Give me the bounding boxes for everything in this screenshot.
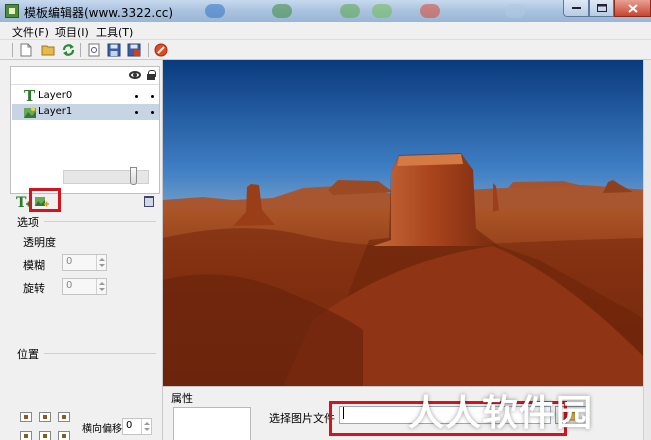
toolbar	[0, 40, 651, 60]
left-panel: T Layer0 Layer1 T 选项 透明度 模糊 旋转 位置 横向偏移	[0, 60, 163, 440]
lock-toggle[interactable]	[151, 111, 154, 114]
new-file-icon	[20, 43, 32, 57]
menu-tools[interactable]: 工具(T)	[96, 24, 133, 40]
visible-toggle[interactable]	[135, 95, 138, 98]
background-blur-icon	[372, 4, 392, 18]
title-bar: 模板编辑器(www.3322.cc)	[0, 0, 651, 22]
save-button[interactable]	[106, 42, 122, 58]
choose-image-label: 选择图片文件	[269, 412, 335, 425]
refresh-button[interactable]	[60, 42, 76, 58]
spin-buttons[interactable]	[141, 419, 151, 434]
spin-buttons[interactable]	[96, 255, 106, 270]
watermark: 人人软件园	[408, 393, 594, 434]
toolbar-separator	[148, 43, 149, 57]
blur-label: 模糊	[23, 259, 45, 272]
stop-icon	[154, 43, 168, 57]
close-button[interactable]	[614, 0, 651, 17]
blur-stepper[interactable]: 0	[62, 254, 107, 271]
h-offset-stepper[interactable]: 0	[122, 418, 152, 435]
background-blur-icon	[420, 4, 440, 18]
image-layer-icon	[24, 107, 36, 118]
open-button[interactable]	[40, 42, 56, 58]
rotate-value: 0	[66, 280, 73, 291]
eye-icon	[129, 71, 141, 79]
app-icon	[5, 4, 19, 18]
visible-toggle[interactable]	[135, 111, 138, 114]
menu-bar: 文件(F) 项目(I) 工具(T)	[0, 22, 651, 40]
align-middle-left[interactable]	[20, 431, 32, 440]
minimize-icon	[571, 6, 581, 9]
text-layer-icon: T	[24, 87, 36, 105]
rotate-label: 旋转	[23, 282, 45, 295]
spin-down-icon[interactable]	[99, 288, 105, 291]
close-icon	[627, 3, 638, 13]
stop-button[interactable]	[153, 42, 169, 58]
opacity-slider-thumb[interactable]	[130, 167, 138, 185]
layer-row-selected[interactable]: Layer1	[12, 104, 159, 120]
spin-up-icon[interactable]	[144, 422, 150, 425]
h-offset-value: 0	[126, 420, 133, 431]
layer-list-header	[11, 67, 159, 85]
align-middle-right[interactable]	[58, 431, 70, 440]
rotate-stepper[interactable]: 0	[62, 278, 107, 295]
window-title: 模板编辑器(www.3322.cc)	[24, 6, 174, 20]
preview-button[interactable]	[86, 42, 102, 58]
delete-layer-icon[interactable]	[144, 196, 154, 207]
minimize-button[interactable]	[563, 0, 589, 17]
save-icon	[107, 43, 121, 57]
align-middle-center[interactable]	[39, 431, 51, 440]
open-folder-icon	[41, 45, 54, 56]
background-blur-icon	[205, 4, 225, 18]
vertical-scrollbar[interactable]	[643, 60, 651, 440]
refresh-icon	[62, 44, 74, 56]
save-as-icon	[127, 43, 141, 57]
maximize-icon	[596, 4, 607, 12]
properties-title: 属性	[171, 392, 193, 405]
align-top-left[interactable]	[20, 412, 32, 422]
lock-icon	[147, 70, 156, 80]
desert-photo	[163, 60, 647, 386]
lock-toggle[interactable]	[151, 95, 154, 98]
h-offset-label: 横向偏移	[82, 424, 122, 435]
spin-down-icon[interactable]	[99, 264, 105, 267]
spin-up-icon[interactable]	[99, 282, 105, 285]
svg-text:T: T	[16, 195, 27, 209]
align-top-center[interactable]	[39, 412, 51, 422]
menu-project[interactable]: 项目(I)	[55, 24, 89, 40]
menu-file[interactable]: 文件(F)	[12, 24, 49, 40]
background-blur-icon	[272, 4, 292, 18]
maximize-button[interactable]	[589, 0, 614, 17]
layer-name: Layer0	[38, 90, 73, 101]
layer-name: Layer1	[38, 106, 73, 117]
highlight-box	[29, 188, 61, 212]
group-line	[44, 353, 156, 354]
spin-down-icon[interactable]	[144, 428, 150, 431]
layer-row[interactable]: T Layer0	[12, 87, 159, 105]
spin-up-icon[interactable]	[99, 258, 105, 261]
new-button[interactable]	[18, 42, 34, 58]
spin-buttons[interactable]	[96, 279, 106, 294]
toolbar-separator	[12, 43, 13, 57]
background-blur-icon	[340, 4, 360, 18]
blur-value: 0	[66, 256, 73, 267]
preview-icon	[88, 43, 100, 57]
group-line	[44, 221, 156, 222]
image-canvas[interactable]	[163, 60, 647, 386]
align-top-right[interactable]	[58, 412, 70, 422]
opacity-label: 透明度	[23, 236, 56, 249]
save-as-button[interactable]	[126, 42, 142, 58]
image-preview	[173, 407, 251, 440]
alignment-grid	[20, 412, 72, 440]
background-blur-icon	[505, 4, 525, 18]
options-title: 选项	[17, 216, 39, 229]
toolbar-separator	[80, 43, 81, 57]
position-title: 位置	[17, 348, 39, 361]
